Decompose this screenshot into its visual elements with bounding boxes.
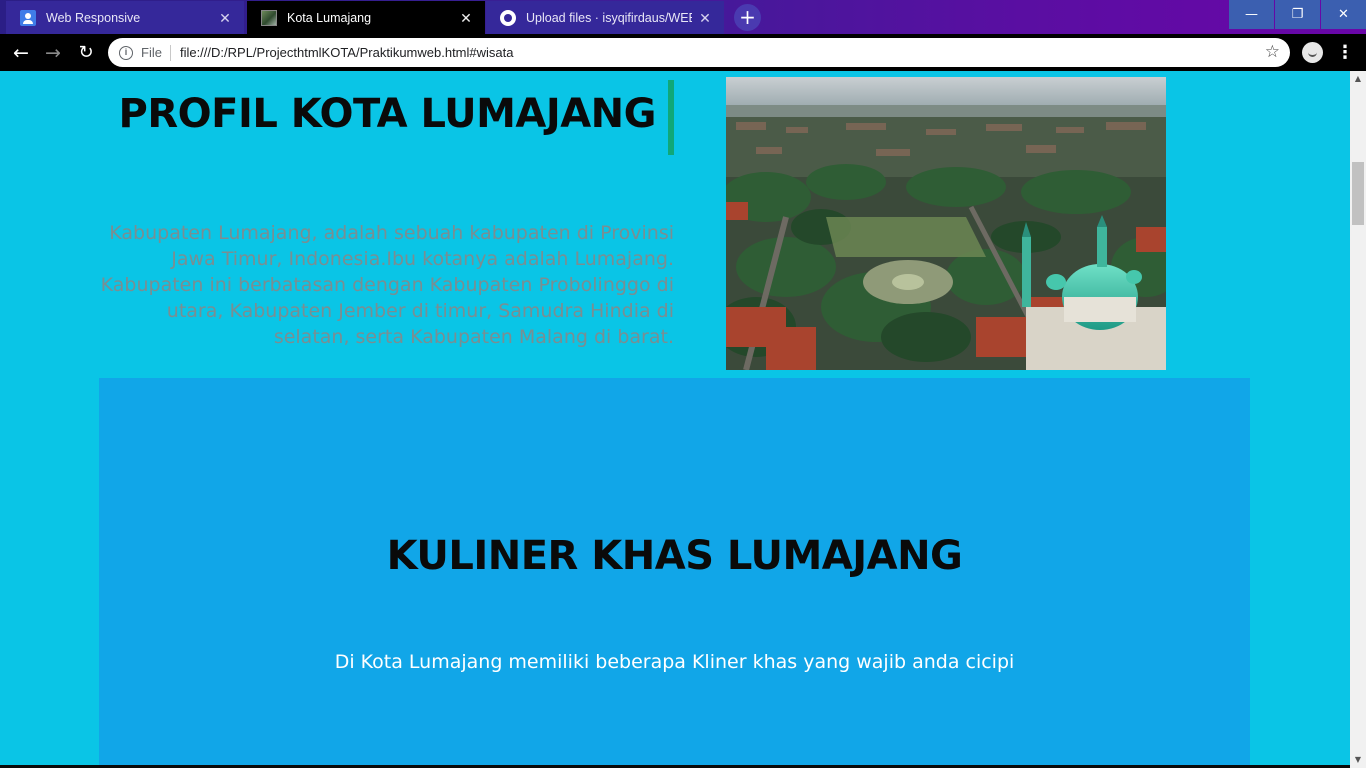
tab-title: Upload files · isyqifirdaus/WEBKo <box>526 10 692 25</box>
close-window-button[interactable]: ✕ <box>1321 0 1366 29</box>
close-icon[interactable]: ✕ <box>459 11 473 25</box>
tab-title: Kota Lumajang <box>287 10 372 25</box>
new-tab-button[interactable]: + <box>734 4 761 31</box>
close-icon[interactable]: ✕ <box>218 11 232 25</box>
photo-icon <box>261 9 277 26</box>
kuliner-description: Di Kota Lumajang memiliki beberapa Kline… <box>334 651 1015 673</box>
tab-kota-lumajang[interactable]: Kota Lumajang ✕ <box>247 1 485 34</box>
github-icon <box>500 9 516 26</box>
forward-arrow-icon[interactable]: → <box>40 40 66 66</box>
city-aerial-photo <box>726 77 1166 370</box>
reload-icon[interactable]: ↻ <box>73 40 99 66</box>
url-text[interactable]: file:///D:/RPL/ProjecthtmlKOTA/Praktikum… <box>180 45 514 60</box>
tab-upload-files[interactable]: Upload files · isyqifirdaus/WEBKo ✕ <box>486 1 724 34</box>
address-bar[interactable]: i File file:///D:/RPL/ProjecthtmlKOTA/Pr… <box>108 38 1290 67</box>
profile-avatar-icon[interactable] <box>1302 42 1323 63</box>
profil-title: PROFIL KOTA LUMAJANG <box>118 91 657 137</box>
info-icon[interactable]: i <box>119 45 133 60</box>
menu-kebab-icon[interactable]: ⋮ <box>1336 40 1354 66</box>
page-scrollbar[interactable]: ▲ ▼ <box>1350 71 1366 768</box>
kuliner-section: KULINER KHAS LUMAJANG Di Kota Lumajang m… <box>99 378 1250 768</box>
scrollbar-thumb[interactable] <box>1352 162 1364 225</box>
bookmark-star-icon[interactable]: ☆ <box>1265 42 1280 62</box>
page-viewport: PROFIL KOTA LUMAJANG Kabupaten Lumajang,… <box>0 71 1350 768</box>
profil-description: Kabupaten Lumajang, adalah sebuah kabupa… <box>100 222 674 348</box>
tab-strip: Web Responsive ✕ Kota Lumajang ✕ Upload … <box>0 0 1366 34</box>
scroll-up-arrow-icon[interactable]: ▲ <box>1350 71 1366 87</box>
address-divider <box>169 44 171 61</box>
kuliner-title: KULINER KHAS LUMAJANG <box>386 533 963 579</box>
scroll-down-arrow-icon[interactable]: ▼ <box>1350 752 1366 768</box>
minimize-button[interactable]: — <box>1229 0 1274 29</box>
maximize-button[interactable]: ❐ <box>1275 0 1320 29</box>
close-icon[interactable]: ✕ <box>698 11 712 25</box>
title-accent-bar <box>668 80 674 155</box>
scheme-label: File <box>141 45 162 60</box>
tab-title: Web Responsive <box>46 10 141 25</box>
back-arrow-icon[interactable]: ← <box>8 40 34 66</box>
tab-web-responsive[interactable]: Web Responsive ✕ <box>6 1 244 34</box>
profile-icon <box>20 9 36 26</box>
browser-toolbar: ← → ↻ i File file:///D:/RPL/ProjecthtmlK… <box>0 34 1366 71</box>
